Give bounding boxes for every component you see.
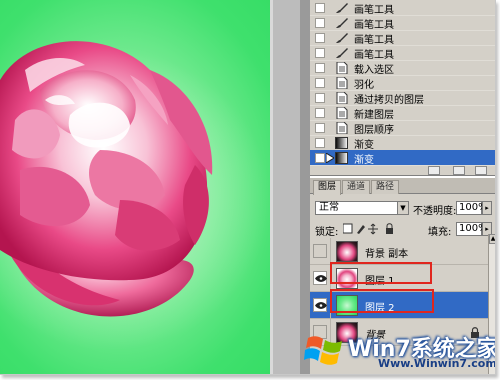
- history-item-label: 新建图层: [354, 110, 394, 121]
- eye-icon: [315, 275, 327, 282]
- history-source-checkbox[interactable]: [315, 63, 325, 73]
- history-source-checkbox[interactable]: [315, 78, 325, 88]
- panel-dock-strip: [300, 0, 310, 374]
- peony-flower-image: [0, 41, 270, 350]
- history-source-checkbox[interactable]: [315, 33, 325, 43]
- history-item-label: 渐变: [354, 155, 374, 166]
- opacity-slider-toggle[interactable]: ▸: [482, 201, 492, 215]
- visibility-toggle[interactable]: [313, 244, 327, 258]
- photoshop-window: 画笔工具 画笔工具 画笔工具 画笔工具 载入选区 羽化 通过拷贝的图层 新建图层 图层顺序 渐变渐…: [0, 0, 496, 375]
- history-toolbar: [310, 166, 495, 176]
- annotation-highlight-layer1: [330, 262, 432, 284]
- fill-input[interactable]: 100%: [456, 222, 488, 236]
- document-icon: [335, 76, 348, 90]
- image-canvas[interactable]: [0, 0, 270, 374]
- history-source-checkbox[interactable]: [315, 48, 325, 58]
- history-item[interactable]: 画笔工具: [310, 30, 495, 46]
- delete-state-button[interactable]: [475, 166, 487, 175]
- tab-paths[interactable]: 路径: [371, 180, 400, 194]
- gradient-icon: [335, 152, 348, 164]
- fill-label: 填充:: [428, 227, 452, 238]
- scroll-up-button[interactable]: ▲: [489, 234, 495, 244]
- history-item-label: 羽化: [354, 80, 374, 91]
- history-item-label: 画笔工具: [354, 50, 394, 61]
- document-icon: [335, 91, 348, 105]
- history-source-checkbox[interactable]: [315, 138, 325, 148]
- document-icon: [335, 61, 348, 75]
- annotation-highlight-layer2: [330, 289, 434, 313]
- tab-layers[interactable]: 图层: [313, 180, 342, 195]
- history-item-label: 渐变: [354, 140, 374, 151]
- history-panel: 画笔工具 画笔工具 画笔工具 画笔工具 载入选区 羽化 通过拷贝的图层 新建图层 图层顺序 渐变渐…: [310, 0, 495, 176]
- history-item[interactable]: 画笔工具: [310, 45, 495, 61]
- blend-mode-value: 正常: [319, 202, 339, 213]
- history-source-checkbox[interactable]: [315, 93, 325, 103]
- history-item[interactable]: 渐变: [310, 150, 495, 166]
- opacity-input[interactable]: 100%: [456, 201, 488, 215]
- document-icon: [335, 121, 348, 135]
- history-item[interactable]: 通过拷贝的图层: [310, 90, 495, 106]
- history-item-label: 画笔工具: [354, 35, 394, 46]
- link-column: [330, 238, 331, 265]
- blend-mode-select[interactable]: 正常 ▼: [315, 201, 409, 215]
- brush-icon: [335, 47, 348, 59]
- opacity-label: 不透明度:: [413, 206, 457, 217]
- layers-panel-tabs: 图层 通道 路径: [310, 178, 495, 195]
- chevron-down-icon: ▼: [397, 202, 408, 214]
- history-source-checkbox[interactable]: [315, 18, 325, 28]
- history-item[interactable]: 画笔工具: [310, 15, 495, 31]
- windows-logo-icon: [304, 336, 342, 365]
- history-item[interactable]: 载入选区: [310, 60, 495, 76]
- brush-icon: [335, 32, 348, 44]
- history-item-label: 画笔工具: [354, 20, 394, 31]
- history-source-checkbox[interactable]: [315, 108, 325, 118]
- eye-icon: [315, 302, 327, 309]
- blend-opacity-row: 正常 ▼ 不透明度: 100% ▸: [310, 198, 495, 218]
- lock-options-icons[interactable]: [343, 223, 403, 235]
- watermark: Win7系统之家 Www.Winwin7.com: [300, 328, 495, 372]
- layer-thumbnail: [336, 241, 358, 262]
- history-state-slider-icon[interactable]: [325, 152, 335, 164]
- history-source-checkbox[interactable]: [315, 3, 325, 13]
- visibility-toggle[interactable]: [313, 298, 327, 312]
- history-item-label: 通过拷贝的图层: [354, 95, 424, 106]
- new-document-from-state-button[interactable]: [428, 166, 440, 175]
- history-item[interactable]: 画笔工具: [310, 0, 495, 16]
- history-source-checkbox[interactable]: [315, 153, 325, 163]
- new-snapshot-button[interactable]: [453, 166, 465, 175]
- brush-icon: [335, 17, 348, 29]
- history-item[interactable]: 新建图层: [310, 105, 495, 121]
- visibility-toggle[interactable]: [313, 271, 327, 285]
- history-source-checkbox[interactable]: [315, 123, 325, 133]
- history-item[interactable]: 渐变: [310, 135, 495, 151]
- document-icon: [335, 106, 348, 120]
- history-item-label: 画笔工具: [354, 5, 394, 16]
- lock-fill-row: 锁定: 填充: 100% ▸: [310, 219, 495, 239]
- gradient-icon: [335, 137, 348, 149]
- history-item-label: 载入选区: [354, 65, 394, 76]
- brush-icon: [335, 2, 348, 14]
- history-item[interactable]: 图层顺序: [310, 120, 495, 136]
- history-item[interactable]: 羽化: [310, 75, 495, 91]
- watermark-url: Www.Winwin7.com: [378, 357, 496, 370]
- layer-row-background-copy[interactable]: 背景 副本: [310, 238, 488, 265]
- tab-channels[interactable]: 通道: [342, 180, 371, 194]
- lock-label: 锁定:: [315, 227, 339, 238]
- history-item-label: 图层顺序: [354, 125, 394, 136]
- layer-name: 背景 副本: [365, 249, 409, 260]
